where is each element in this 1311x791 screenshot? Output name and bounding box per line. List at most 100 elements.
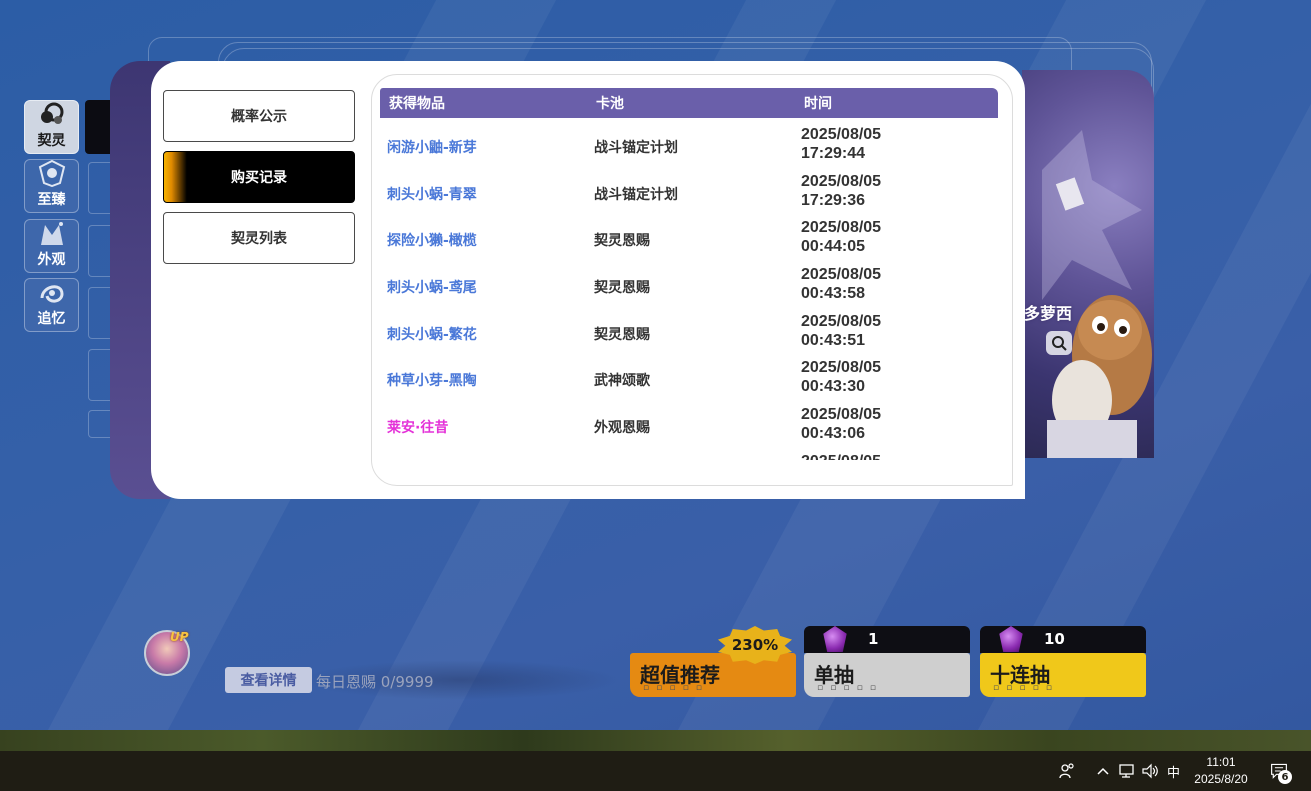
crystal-gem-icon: [823, 626, 847, 652]
record-table: 获得物品 卡池 时间 闲游小鼬-新芽 战斗锚定计划 2025/08/05 17:29:…: [371, 74, 1013, 486]
table-row[interactable]: 刺头小蜗-繁花 契灵恩赐 2025/08/05 00:43:51: [372, 310, 1012, 357]
table-header: 获得物品 卡池 时间: [380, 88, 998, 118]
ten-pull-button[interactable]: 十连抽 ▫ ▫ ▫ ▫ ▫: [980, 653, 1146, 697]
row-date: 2025/08/05: [801, 452, 941, 460]
nav-label: 追忆: [37, 311, 66, 327]
row-timestamp: 2025/08/05 17:29:36: [801, 172, 941, 210]
chevron-up-icon[interactable]: [1094, 762, 1112, 780]
row-date: 2025/08/05: [801, 359, 882, 377]
dialog-menu: 概率公示 购买记录 契灵列表: [163, 90, 355, 273]
search-icon[interactable]: [1046, 331, 1072, 355]
nav-label: 至臻: [37, 192, 66, 208]
row-time: 17:29:36: [801, 191, 866, 209]
table-row[interactable]: 2025/08/05: [372, 450, 1012, 460]
menu-spirit-list[interactable]: 契灵列表: [163, 212, 355, 264]
nav-label: 外观: [37, 252, 66, 268]
purchase-record-dialog: 概率公示 购买记录 契灵列表 获得物品 卡池 时间 闲游小鼬-新芽 战斗锚定计划 2…: [151, 61, 1025, 499]
row-time: 00:43:06: [801, 425, 866, 443]
crystal-gem-icon: [999, 626, 1023, 652]
character-banner-art: [1022, 70, 1154, 458]
row-timestamp: 2025/08/05: [801, 452, 941, 460]
row-pool-name: 战斗锚定计划: [594, 140, 678, 156]
clock-time: 11:01: [1206, 755, 1236, 769]
character-illustration: [1042, 130, 1152, 458]
row-timestamp: 2025/08/05 00:43:30: [801, 358, 941, 396]
nav-appearance[interactable]: 外观: [24, 219, 79, 273]
row-date: 2025/08/05: [801, 406, 882, 424]
single-pull-button[interactable]: 单抽 ▫ ▫ ▫ ▫ ▫: [804, 653, 970, 697]
cost-amount: 1: [868, 630, 879, 648]
appearance-icon: [37, 219, 67, 247]
row-time: 00:43:51: [801, 331, 866, 349]
nav-emblem[interactable]: 至臻: [24, 159, 79, 213]
row-timestamp: 2025/08/05 00:43:58: [801, 265, 941, 303]
row-item-name: 刺头小蜗-繁花: [387, 326, 477, 343]
row-date: 2025/08/05: [801, 126, 882, 143]
row-pool-name: 外观恩赐: [594, 420, 650, 437]
spirit-icon: [37, 100, 67, 128]
col-header-pool: 卡池: [596, 96, 624, 112]
row-date: 2025/08/05: [801, 172, 882, 190]
table-row[interactable]: 种草小芽-黑陶 武神颂歌 2025/08/05 00:43:30: [372, 356, 1012, 403]
row-date: 2025/08/05: [801, 312, 882, 330]
row-time: 00:44:05: [801, 238, 866, 256]
table-row[interactable]: 闲游小鼬-新芽 战斗锚定计划 2025/08/05 17:29:44: [372, 123, 1012, 170]
table-body[interactable]: 闲游小鼬-新芽 战斗锚定计划 2025/08/05 17:29:44 刺头小蜗-青翠 战斗…: [372, 123, 1012, 460]
row-pool-name: 契灵恩赐: [594, 233, 650, 250]
side-tab: [88, 162, 110, 214]
menu-probability[interactable]: 概率公示: [163, 90, 355, 142]
people-icon[interactable]: [1058, 762, 1076, 780]
nav-memory[interactable]: 追忆: [24, 278, 79, 332]
side-tab: [88, 225, 110, 277]
ime-indicator[interactable]: 中: [1167, 762, 1180, 781]
table-row[interactable]: 刺头小蜗-鸢尾 契灵恩赐 2025/08/05 00:43:58: [372, 263, 1012, 310]
row-time: 17:29:44: [801, 145, 866, 162]
table-row[interactable]: 探险小獭-橄榄 契灵恩赐 2025/08/05 00:44:05: [372, 216, 1012, 263]
notification-count-badge: 6: [1278, 770, 1292, 784]
row-timestamp: 2025/08/05 00:43:51: [801, 312, 941, 350]
view-details-button[interactable]: 查看详情: [225, 667, 312, 693]
button-subtext: ▫ ▫ ▫ ▫ ▫: [993, 683, 1055, 693]
row-item-name: 莱安·往昔: [387, 420, 449, 437]
row-pool-name: 武神颂歌: [594, 373, 650, 390]
table-row[interactable]: 莱安·往昔 外观恩赐 2025/08/05 00:43:06: [372, 403, 1012, 450]
menu-purchase-history[interactable]: 购买记录: [163, 151, 355, 203]
row-time: 00:43:58: [801, 285, 866, 303]
nav-label: 契灵: [37, 133, 66, 149]
row-item-name: 刺头小蜗-鸢尾: [387, 280, 477, 297]
row-item-name: 探险小獭-橄榄: [387, 233, 477, 250]
network-icon[interactable]: [1118, 762, 1136, 780]
character-name: 多萝西: [1024, 304, 1073, 323]
nav-spirit[interactable]: 契灵: [24, 100, 79, 154]
row-timestamp: 2025/08/05 00:43:06: [801, 405, 941, 443]
ten-pull-cost: 10: [980, 626, 1146, 653]
windows-taskbar: 中 11:01 2025/8/20: [0, 751, 1311, 791]
col-header-time: 时间: [804, 96, 832, 112]
row-pool-name: 契灵恩赐: [594, 280, 650, 297]
table-row[interactable]: 刺头小蜗-青翠 战斗锚定计划 2025/08/05 17:29:36: [372, 170, 1012, 217]
button-subtext: ▫ ▫ ▫ ▫ ▫: [643, 683, 705, 693]
row-pool-name: 战斗锚定计划: [594, 186, 678, 203]
emblem-icon: [37, 159, 67, 187]
up-badge: UP: [170, 630, 189, 644]
row-pool-name: 契灵恩赐: [594, 326, 650, 343]
row-item-name: 闲游小鼬-新芽: [387, 140, 477, 156]
button-subtext: ▫ ▫ ▫ ▫ ▫: [817, 683, 879, 693]
row-item-name: 种草小芽-黑陶: [387, 373, 477, 390]
clock-date: 2025/8/20: [1194, 772, 1248, 786]
clock[interactable]: 11:01 2025/8/20: [1186, 754, 1256, 788]
col-header-item: 获得物品: [389, 96, 445, 112]
row-time: 00:43:30: [801, 378, 866, 396]
row-timestamp: 2025/08/05 00:44:05: [801, 218, 941, 256]
memory-icon: [37, 278, 67, 306]
daily-gift-counter: 每日恩赐 0/9999: [316, 673, 434, 691]
single-pull-cost: 1: [804, 626, 970, 653]
row-date: 2025/08/05: [801, 266, 882, 284]
side-tab: [88, 410, 110, 438]
desktop-wallpaper-strip: [0, 730, 1311, 751]
side-tab: [88, 287, 110, 339]
cost-amount: 10: [1044, 630, 1065, 648]
volume-icon[interactable]: [1141, 762, 1159, 780]
row-timestamp: 2025/08/05 17:29:44: [801, 125, 941, 163]
row-date: 2025/08/05: [801, 219, 882, 237]
